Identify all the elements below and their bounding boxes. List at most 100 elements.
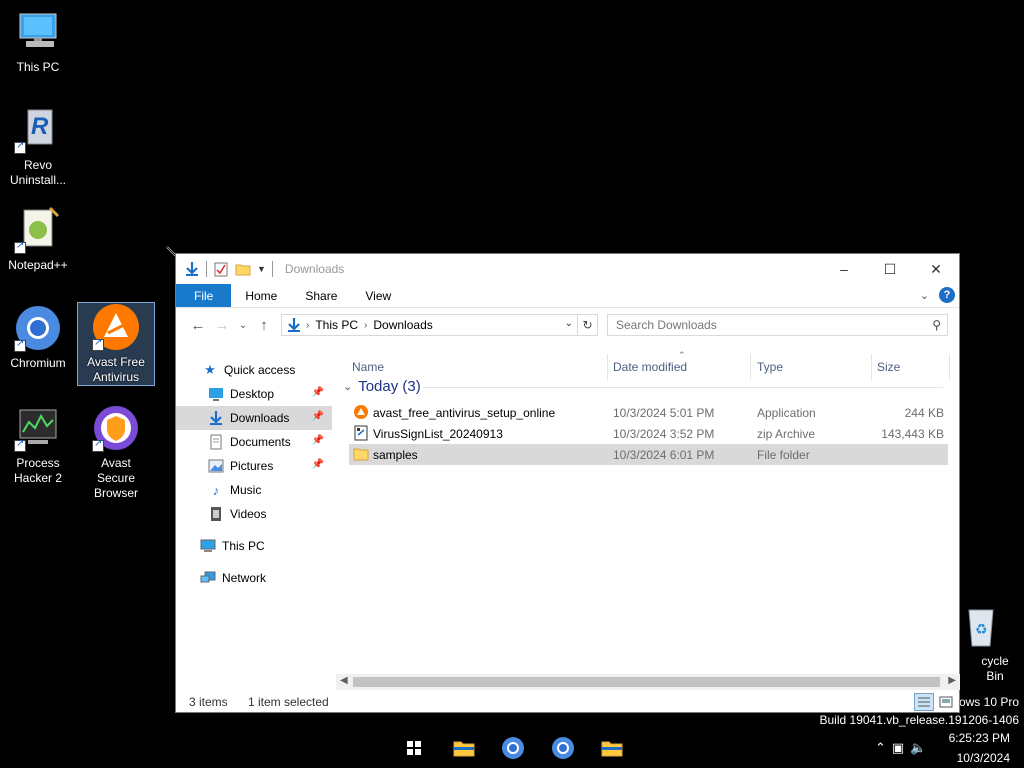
- maximize-button[interactable]: ☐: [867, 254, 913, 284]
- refresh-button[interactable]: ↻: [578, 314, 598, 336]
- nav-music[interactable]: ♪ Music: [176, 478, 332, 502]
- properties-icon[interactable]: [213, 261, 229, 277]
- scroll-right-arrow-icon[interactable]: ▶: [948, 675, 956, 686]
- show-hidden-icons-chevron-icon[interactable]: ⌃: [875, 740, 892, 755]
- start-button[interactable]: [402, 736, 426, 760]
- desktop-icon-notepad-plus-plus[interactable]: Notepad++: [0, 206, 76, 273]
- up-button[interactable]: ↑: [252, 317, 276, 334]
- column-header-type[interactable]: Type: [757, 354, 783, 380]
- breadcrumb-chevron-icon[interactable]: ›: [364, 320, 367, 331]
- title-bar[interactable]: ▼ Downloads – ☐ ✕: [176, 254, 959, 284]
- column-divider[interactable]: [607, 354, 608, 380]
- nav-documents[interactable]: Documents 📌: [176, 430, 332, 454]
- new-folder-icon[interactable]: [235, 261, 251, 277]
- group-collapse-chevron-icon[interactable]: ⌄: [343, 380, 352, 393]
- nav-videos[interactable]: Videos: [176, 502, 332, 526]
- pin-icon: 📌: [311, 435, 324, 446]
- column-header-name[interactable]: Name: [352, 354, 384, 380]
- file-row[interactable]: VirusSignList_20240913 10/3/2024 3:52 PM…: [349, 423, 948, 444]
- pin-icon: 📌: [311, 411, 324, 422]
- scrollbar-thumb[interactable]: [353, 677, 940, 687]
- nav-label: Music: [230, 483, 262, 497]
- file-size: 143,443 KB: [881, 427, 944, 441]
- desktop-icon-avast-secure-browser[interactable]: Avast Secure Browser: [78, 404, 154, 501]
- details-view-button[interactable]: [914, 693, 934, 711]
- help-icon[interactable]: ?: [939, 287, 955, 303]
- volume-icon[interactable]: 🔈: [910, 740, 932, 755]
- taskbar-chromium-icon[interactable]: [551, 736, 575, 760]
- recycle-bin-icon: ♻: [957, 602, 1005, 650]
- desktop-icon: [208, 386, 224, 402]
- process-hacker-icon: [14, 404, 62, 452]
- taskbar-file-explorer-icon[interactable]: [600, 736, 624, 760]
- breadcrumb-chevron-icon[interactable]: ›: [306, 320, 309, 331]
- file-list: Name Date modified ⌃ Type Size ⌄ Today (…: [341, 350, 951, 674]
- shortcut-arrow-icon: [92, 438, 104, 452]
- nav-desktop[interactable]: Desktop 📌: [176, 382, 332, 406]
- search-input[interactable]: Search Downloads ⚲: [607, 314, 948, 336]
- file-row[interactable]: samples 10/3/2024 6:01 PM File folder: [349, 444, 948, 465]
- status-bar: 3 items 1 item selected: [176, 692, 959, 712]
- network-icon[interactable]: ▣: [892, 740, 910, 755]
- column-divider[interactable]: [949, 354, 950, 380]
- this-pc-icon: [14, 8, 62, 56]
- tab-home[interactable]: Home: [231, 284, 291, 307]
- expand-ribbon-chevron-icon[interactable]: ⌄: [920, 289, 929, 302]
- forward-button[interactable]: →: [210, 317, 234, 334]
- column-header-date-modified[interactable]: Date modified: [613, 354, 687, 380]
- column-divider[interactable]: [871, 354, 872, 380]
- horizontal-scrollbar[interactable]: ◀ ▶: [336, 674, 960, 690]
- taskbar-chromium-icon[interactable]: [501, 736, 525, 760]
- downloads-arrow-icon: [286, 317, 302, 333]
- search-icon: ⚲: [932, 318, 941, 332]
- item-count: 3 items: [189, 695, 228, 709]
- desktop-icon-this-pc[interactable]: This PC: [0, 8, 76, 75]
- nav-label: Desktop: [230, 387, 275, 401]
- group-header-today[interactable]: ⌄ Today (3): [343, 378, 943, 395]
- desktop-icon-process-hacker[interactable]: Process Hacker 2: [0, 404, 76, 486]
- column-divider[interactable]: [750, 354, 751, 380]
- windows-edition-watermark: ows 10 Pro: [958, 695, 1019, 709]
- nav-label: This PC: [222, 539, 265, 553]
- address-bar[interactable]: › This PC › Downloads ⌄: [281, 314, 578, 336]
- avast-antivirus-icon: [92, 303, 140, 351]
- tab-share[interactable]: Share: [291, 284, 351, 307]
- file-name: VirusSignList_20240913: [373, 427, 503, 441]
- breadcrumb-this-pc[interactable]: This PC: [315, 318, 358, 332]
- desktop-icon-revo-uninstaller[interactable]: R Revo Uninstall...: [0, 106, 76, 188]
- breadcrumb-downloads[interactable]: Downloads: [373, 318, 432, 332]
- desktop-icon-label: cycle Bin: [981, 654, 1009, 683]
- file-date: 10/3/2024 6:01 PM: [613, 448, 715, 462]
- recent-locations-chevron-icon[interactable]: ⌄: [234, 320, 252, 331]
- minimize-button[interactable]: –: [821, 254, 867, 284]
- back-button[interactable]: ←: [186, 317, 210, 334]
- clock[interactable]: 6:25:23 PM 10/3/2024: [949, 730, 1010, 766]
- file-row[interactable]: avast_free_antivirus_setup_online 10/3/2…: [349, 402, 948, 423]
- navigation-pane: ★ Quick access Desktop 📌 Downloads 📌 Doc…: [176, 354, 332, 694]
- nav-this-pc[interactable]: This PC: [176, 534, 332, 558]
- nav-label: Documents: [230, 435, 291, 449]
- desktop-icon-chromium[interactable]: Chromium: [0, 304, 76, 371]
- clock-time: 6:25:23 PM: [948, 731, 1010, 745]
- nav-network[interactable]: Network: [176, 566, 332, 590]
- address-dropdown-icon[interactable]: ⌄: [565, 318, 573, 329]
- tab-view[interactable]: View: [351, 284, 405, 307]
- videos-icon: [208, 506, 224, 522]
- desktop-icon-avast-free-antivirus[interactable]: Avast Free Antivirus: [77, 302, 155, 386]
- large-icons-view-button[interactable]: [936, 693, 956, 711]
- taskbar-file-explorer-icon[interactable]: [452, 736, 476, 760]
- scroll-left-arrow-icon[interactable]: ◀: [340, 675, 348, 686]
- close-button[interactable]: ✕: [913, 254, 959, 284]
- qat-divider: [206, 261, 207, 277]
- customize-qat-chevron-icon[interactable]: ▼: [257, 264, 266, 274]
- pin-icon: 📌: [311, 387, 324, 398]
- nav-quick-access[interactable]: ★ Quick access: [176, 358, 332, 382]
- column-header-size[interactable]: Size: [877, 354, 900, 380]
- nav-downloads[interactable]: Downloads 📌: [176, 406, 332, 430]
- nav-pictures[interactable]: Pictures 📌: [176, 454, 332, 478]
- tab-file[interactable]: File: [176, 284, 232, 307]
- window-title: Downloads: [284, 262, 345, 276]
- file-type: File folder: [757, 448, 810, 462]
- this-pc-icon: [200, 538, 216, 554]
- system-tray: ⌃▣🔈: [875, 740, 932, 756]
